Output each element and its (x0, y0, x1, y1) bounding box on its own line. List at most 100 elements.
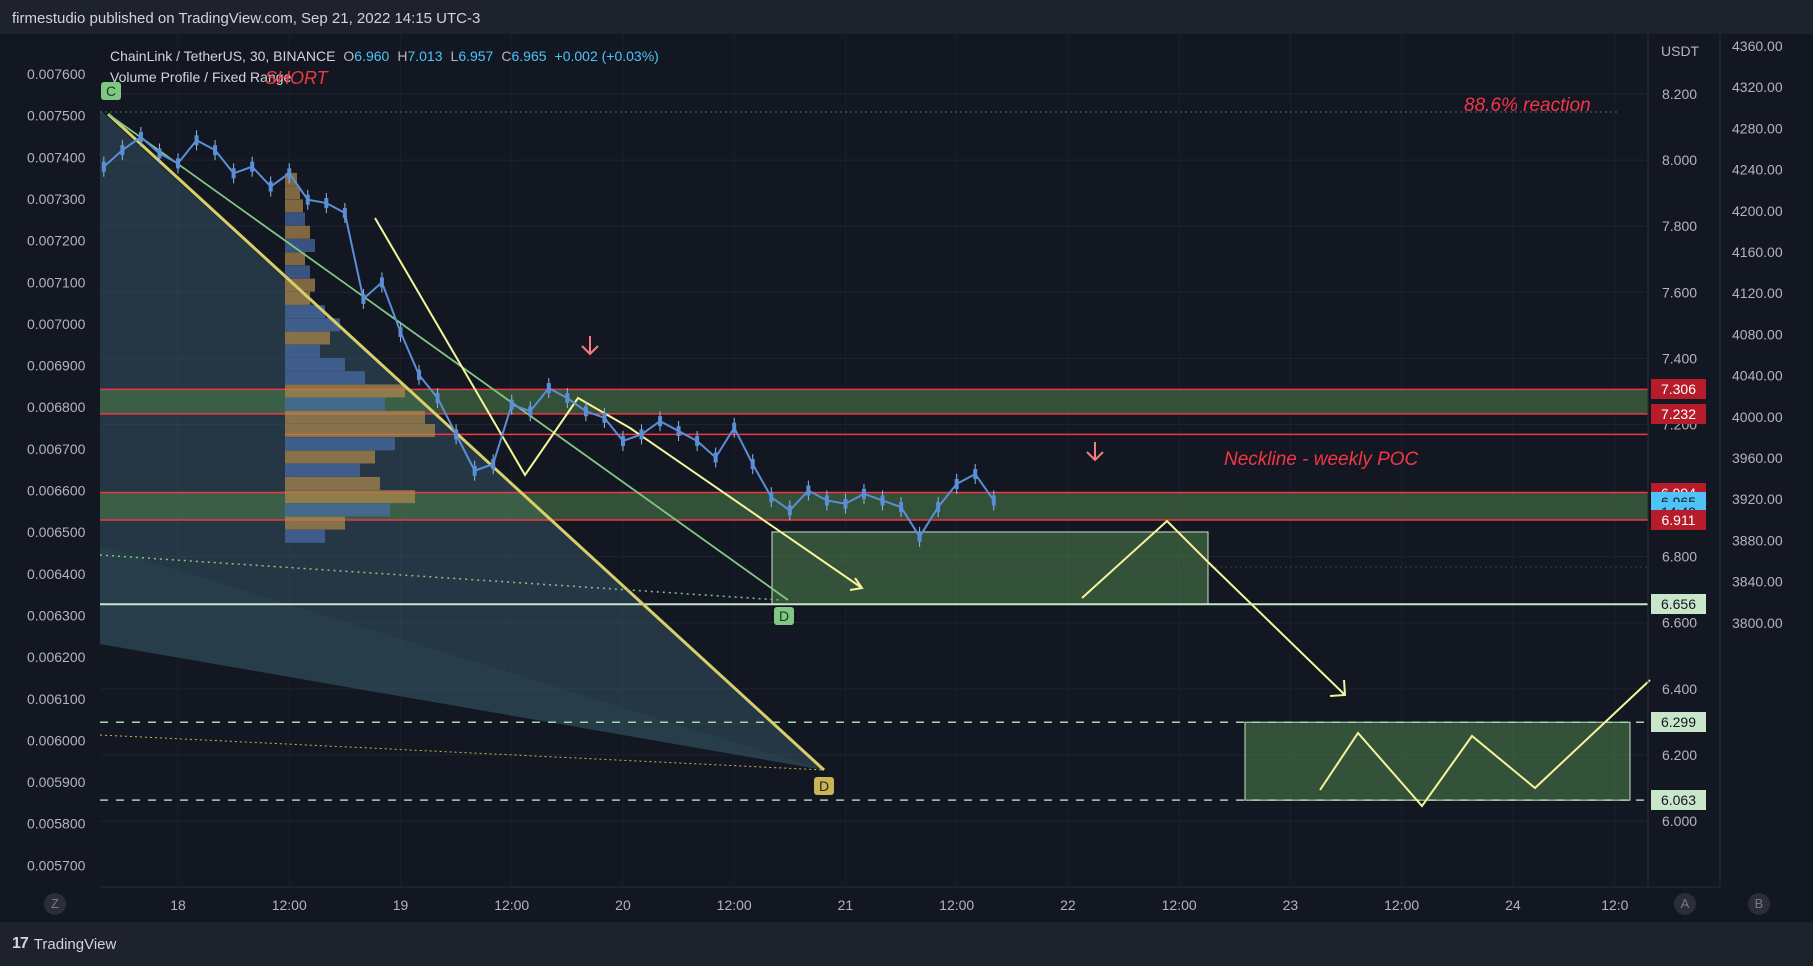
candle-body (138, 131, 143, 142)
scale-b-button[interactable]: B (1748, 893, 1770, 915)
point-c-label: C (101, 82, 122, 100)
candle-body (787, 505, 792, 516)
candle-body (324, 198, 329, 209)
candle-body (231, 168, 236, 179)
candle-body (973, 469, 978, 480)
candle-body (379, 277, 384, 288)
timezone-button[interactable]: Z (44, 893, 66, 915)
candle-body (268, 181, 273, 192)
candle-body (676, 426, 681, 437)
point-d-label: D (774, 607, 795, 625)
y-left-tick: 0.007000 (27, 316, 86, 332)
candle-body (880, 495, 885, 506)
symbol-title[interactable]: ChainLink / TetherUS, 30, BINANCE (110, 48, 335, 64)
price-badge: 6.299 (1651, 712, 1706, 733)
y-left-tick: 0.007100 (27, 274, 86, 290)
candle-body (176, 158, 180, 169)
x-tick: 19 (393, 897, 409, 913)
tradingview-logo[interactable]: 17 TradingView (12, 935, 116, 953)
y-left-tick: 0.006400 (27, 566, 86, 582)
candle-body (101, 161, 106, 172)
price-change: +0.002 (+0.03%) (554, 47, 659, 64)
y-right-tick: 4360.00 (1732, 38, 1783, 54)
candle-body (620, 435, 625, 446)
candle-body (528, 406, 533, 417)
candle-body (954, 478, 959, 489)
candle-body (658, 416, 663, 427)
ohlc-close: C6.965 (501, 47, 547, 64)
y-left-tick: 0.007200 (27, 233, 86, 249)
candle-body (472, 465, 477, 476)
y-left-tick: 0.006900 (27, 358, 86, 374)
x-tick: 12:00 (717, 897, 752, 913)
x-tick: 12:00 (939, 897, 974, 913)
candle-body (602, 412, 607, 423)
y-left-tick: 0.006000 (27, 732, 86, 748)
y-left-tick: 0.007600 (27, 66, 86, 82)
y-right-tick: 4040.00 (1732, 368, 1783, 384)
reaction-annotation: 88.6% reaction (1464, 95, 1591, 116)
candle-body (305, 194, 310, 205)
brand-name: TradingView (33, 935, 117, 953)
y-left-tick: 0.006100 (27, 691, 86, 707)
y-main-tick: 8.000 (1662, 152, 1697, 168)
x-tick: 12:0 (1601, 897, 1628, 913)
y-left-tick: 0.007400 (27, 149, 86, 165)
candle-body (991, 495, 996, 506)
y-right-tick: 3920.00 (1732, 491, 1783, 507)
price-chart[interactable]: 8.2008.0007.8007.6007.4007.2006.8006.600… (0, 34, 1813, 922)
candle-body (120, 145, 125, 156)
candle-body (750, 459, 755, 470)
candle-body (861, 488, 866, 499)
volume-bar (285, 212, 305, 226)
y-right-tick: 4000.00 (1732, 409, 1783, 425)
candle-body (546, 383, 551, 394)
candle-body (213, 145, 218, 156)
x-tick: 12:00 (494, 897, 529, 913)
x-tick: 22 (1060, 897, 1076, 913)
volume-bar (285, 371, 365, 385)
bottom-bar (0, 922, 1813, 966)
ohlc-low: L6.957 (450, 47, 494, 64)
x-tick: 18 (170, 897, 186, 913)
candle-body (491, 459, 496, 470)
chart-legend: ChainLink / TetherUS, 30, BINANCE O6.960… (110, 45, 659, 87)
candle-body (361, 293, 366, 304)
price-badge: 7.306 (1651, 379, 1706, 400)
y-right-tick: 3800.00 (1732, 615, 1783, 631)
y-right-tick: 4280.00 (1732, 120, 1783, 136)
y-main-tick: 6.600 (1662, 615, 1697, 631)
x-tick: 21 (838, 897, 854, 913)
price-badge: 7.232 (1651, 403, 1706, 424)
candle-body (732, 422, 737, 433)
y-main-tick: 6.200 (1662, 747, 1697, 763)
y-right-tick: 4320.00 (1732, 79, 1783, 95)
y-main-tick: 7.400 (1662, 350, 1697, 366)
volume-bar (285, 357, 345, 371)
candle-body (417, 369, 422, 380)
candle-body (454, 429, 459, 440)
candle-body (194, 135, 199, 146)
candle-body (565, 393, 570, 404)
candle-body (713, 452, 718, 463)
candle-body (250, 161, 255, 172)
y-left-tick: 0.006700 (27, 441, 86, 457)
x-tick: 24 (1505, 897, 1521, 913)
top-bar: firmestudio published on TradingView.com… (0, 0, 1813, 34)
candle-body (435, 393, 440, 404)
volume-bar (285, 397, 385, 411)
price-badge: 6.911 (1651, 509, 1706, 530)
candle-body (583, 406, 588, 417)
auto-scale-button[interactable]: A (1674, 893, 1696, 915)
ohlc-high: H7.013 (397, 47, 443, 64)
y-right-tick: 3840.00 (1732, 574, 1783, 590)
candle-body (824, 495, 829, 506)
y-right-tick: 3960.00 (1732, 450, 1783, 466)
y-left-tick: 0.005700 (27, 857, 86, 873)
currency-label: USDT (1661, 43, 1700, 59)
x-tick: 12:00 (272, 897, 307, 913)
volume-bar (285, 476, 380, 490)
neckline-annotation: Neckline - weekly POC (1224, 449, 1419, 470)
volume-bar (285, 331, 330, 345)
y-right-tick: 4080.00 (1732, 326, 1783, 342)
